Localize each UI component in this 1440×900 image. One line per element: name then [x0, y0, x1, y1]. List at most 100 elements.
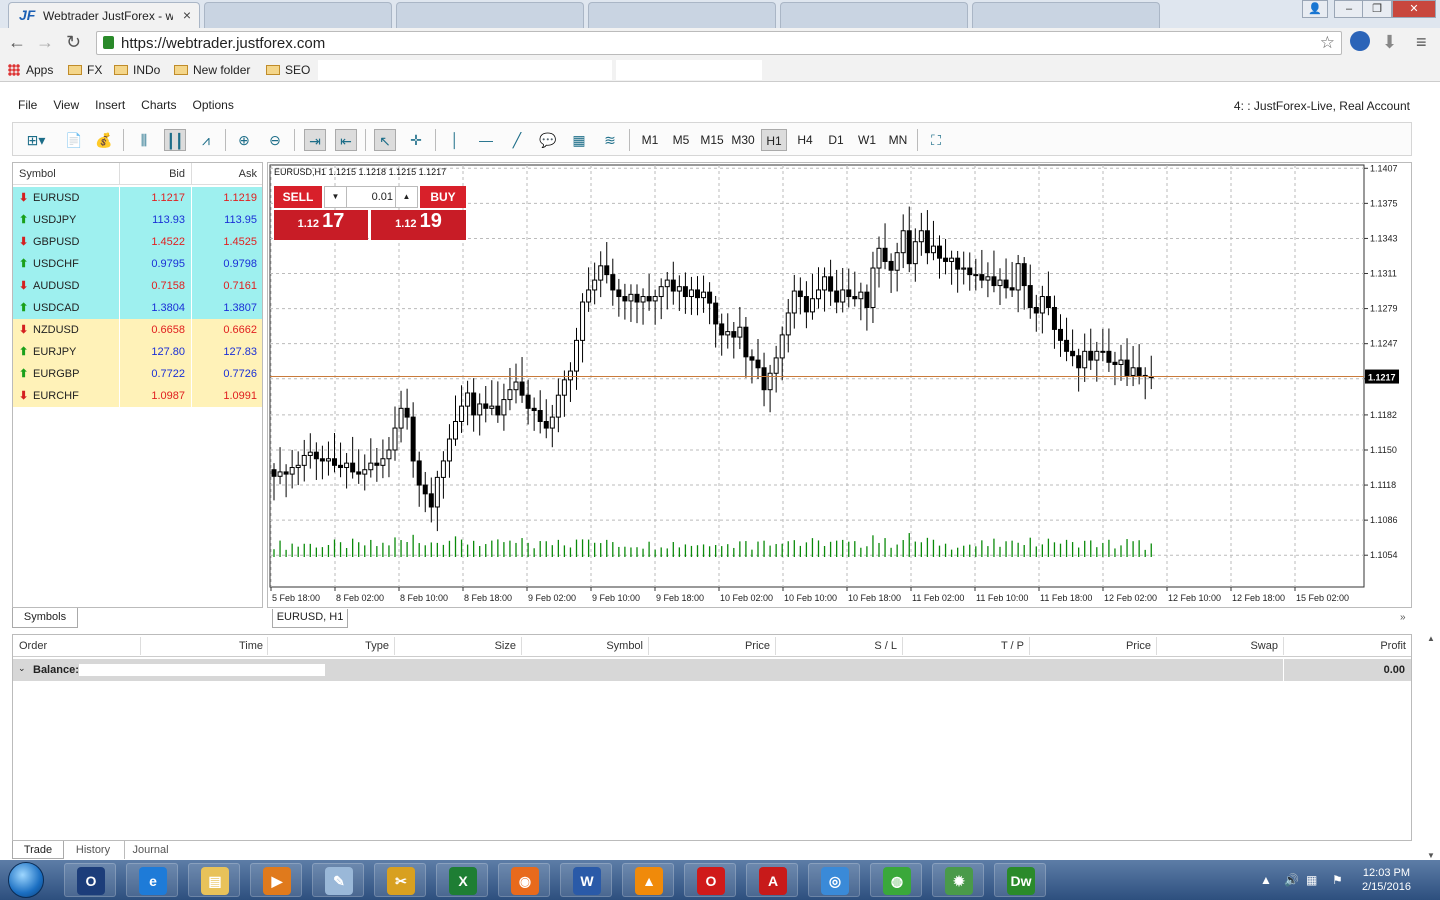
market-watch-row[interactable]: ⬇ EURUSD 1.1217 1.1219: [13, 187, 262, 209]
lot-size-input[interactable]: ▼ 0.01 ▲: [324, 186, 418, 208]
tab-close-icon[interactable]: ×: [183, 7, 191, 23]
vertical-line-icon[interactable]: │: [444, 129, 466, 151]
timeframe-w1[interactable]: W1: [854, 129, 880, 151]
taskbar-network-button[interactable]: ✹: [932, 863, 984, 897]
taskbar-chrome-button[interactable]: ◎: [808, 863, 860, 897]
new-chart-icon[interactable]: ⊞▾: [19, 129, 53, 151]
collapse-chevron-icon[interactable]: ⌄: [18, 663, 26, 674]
market-watch-row[interactable]: ⬆ EURGBP 0.7722 0.7726: [13, 363, 262, 385]
market-watch-row[interactable]: ⬇ GBPUSD 1.4522 1.4525: [13, 231, 262, 253]
buy-price[interactable]: 1.12 19: [371, 210, 466, 240]
reload-icon[interactable]: ↻: [66, 32, 81, 53]
timeframe-mn[interactable]: MN: [885, 129, 911, 151]
browser-tab[interactable]: [204, 2, 392, 28]
col-header[interactable]: Order: [19, 640, 47, 652]
extension-icon[interactable]: [1350, 31, 1370, 51]
download-icon[interactable]: ⬇: [1382, 32, 1397, 53]
fibonacci-icon[interactable]: ≋: [599, 129, 621, 151]
col-bid[interactable]: Bid: [119, 168, 185, 180]
taskbar-dreamweaver-button[interactable]: Dw: [994, 863, 1046, 897]
col-symbol[interactable]: Symbol: [19, 168, 56, 180]
timeframe-d1[interactable]: D1: [823, 129, 849, 151]
market-watch-row[interactable]: ⬆ USDCAD 1.3804 1.3807: [13, 297, 262, 319]
menu-options[interactable]: Options: [193, 98, 234, 112]
new-order-icon[interactable]: 📄: [63, 129, 85, 151]
taskbar-clock[interactable]: 12:03 PM 2/15/2016: [1362, 866, 1411, 894]
scroll-up-icon[interactable]: ▲: [1427, 634, 1435, 643]
tab-history[interactable]: History: [68, 841, 118, 859]
taskbar-ie-button[interactable]: e: [126, 863, 178, 897]
timeframe-m1[interactable]: M1: [637, 129, 663, 151]
address-bar[interactable]: https://webtrader.justforex.com ☆: [96, 31, 1342, 55]
tab-trade[interactable]: Trade: [12, 841, 64, 859]
col-header[interactable]: Type: [365, 640, 389, 652]
taskbar-opera-button[interactable]: O: [684, 863, 736, 897]
taskbar-notepad-button[interactable]: ✎: [312, 863, 364, 897]
col-header[interactable]: Price: [745, 640, 770, 652]
market-watch-row[interactable]: ⬆ USDCHF 0.9795 0.9798: [13, 253, 262, 275]
col-header[interactable]: Profit: [1380, 640, 1406, 652]
candlestick-chart-icon[interactable]: ┃┃: [164, 129, 186, 151]
page-scrollbar[interactable]: ▲ ▼: [1424, 634, 1440, 860]
cursor-icon[interactable]: ↖: [374, 129, 396, 151]
tab-eurusd-h1[interactable]: EURUSD, H1: [272, 609, 348, 628]
fullscreen-icon[interactable]: ⛶: [925, 129, 947, 151]
menu-charts[interactable]: Charts: [141, 98, 176, 112]
forward-arrow-icon[interactable]: →: [36, 32, 54, 53]
col-header[interactable]: T / P: [1001, 640, 1024, 652]
taskbar-word-button[interactable]: W: [560, 863, 612, 897]
bookmark-fx[interactable]: FX: [68, 63, 102, 77]
volume-icon[interactable]: 🔊: [1284, 873, 1299, 887]
bookmark-indo[interactable]: INDo: [114, 63, 160, 77]
bookmark-apps[interactable]: Apps: [8, 63, 53, 77]
menu-view[interactable]: View: [53, 98, 79, 112]
action-center-icon[interactable]: ⚑: [1332, 873, 1343, 887]
lot-dropdown-icon[interactable]: ▼: [325, 187, 347, 207]
taskbar-media-button[interactable]: ▶: [250, 863, 302, 897]
timeframe-h4[interactable]: H4: [792, 129, 818, 151]
zoom-in-icon[interactable]: ⊕: [233, 129, 255, 151]
scroll-down-icon[interactable]: ▼: [1427, 851, 1435, 860]
timeframe-h1[interactable]: H1: [761, 129, 787, 151]
zoom-out-icon[interactable]: ⊖: [264, 129, 286, 151]
market-watch-row[interactable]: ⬇ AUDUSD 0.7158 0.7161: [13, 275, 262, 297]
col-header[interactable]: Symbol: [606, 640, 643, 652]
browser-tab-webtrader[interactable]: JF Webtrader JustForex - we ×: [8, 2, 200, 28]
market-watch-row[interactable]: ⬇ EURCHF 1.0987 1.0991: [13, 385, 262, 407]
taskbar-tool-button[interactable]: ✂: [374, 863, 426, 897]
chrome-menu-icon[interactable]: ≡: [1416, 32, 1427, 53]
bookmark-seo[interactable]: SEO: [266, 63, 310, 77]
col-header[interactable]: S / L: [874, 640, 897, 652]
line-chart-icon[interactable]: ⩘: [195, 129, 217, 151]
market-watch-row[interactable]: ⬇ NZDUSD 0.6658 0.6662: [13, 319, 262, 341]
taskbar-excel-button[interactable]: X: [436, 863, 488, 897]
taskbar-explorer-button[interactable]: ▤: [188, 863, 240, 897]
sell-price[interactable]: 1.12 17: [274, 210, 368, 240]
lot-increase-icon[interactable]: ▲: [395, 187, 417, 207]
taskbar-firefox-button[interactable]: ◉: [498, 863, 550, 897]
sell-button[interactable]: SELL: [274, 186, 322, 208]
profile-icon[interactable]: 👤: [1302, 0, 1328, 18]
grid-icon[interactable]: ▦: [568, 129, 590, 151]
browser-tab[interactable]: [972, 2, 1160, 28]
auto-scroll-icon[interactable]: ⇥: [304, 129, 326, 151]
bar-chart-icon[interactable]: ⫼: [133, 129, 155, 151]
taskbar-vlc-button[interactable]: ▲: [622, 863, 674, 897]
maximize-button[interactable]: ❐: [1362, 0, 1392, 18]
horizontal-line-icon[interactable]: —: [475, 129, 497, 151]
bookmark-star-icon[interactable]: ☆: [1320, 33, 1335, 53]
deposit-icon[interactable]: 💰: [93, 129, 115, 151]
browser-tab[interactable]: [780, 2, 968, 28]
minimize-button[interactable]: –: [1334, 0, 1364, 18]
network-tray-icon[interactable]: ▦: [1306, 873, 1317, 887]
bookmark-new-folder[interactable]: New folder: [174, 63, 250, 77]
col-header[interactable]: Time: [239, 640, 263, 652]
menu-file[interactable]: File: [18, 98, 37, 112]
taskbar-acrobat-button[interactable]: A: [746, 863, 798, 897]
market-watch-row[interactable]: ⬆ USDJPY 113.93 113.95: [13, 209, 262, 231]
tab-scroll-icon[interactable]: »: [1400, 612, 1406, 623]
col-header[interactable]: Size: [495, 640, 516, 652]
trendline-icon[interactable]: ╱: [506, 129, 528, 151]
close-window-button[interactable]: ✕: [1392, 0, 1436, 18]
tray-expand-icon[interactable]: ▲: [1260, 873, 1272, 887]
